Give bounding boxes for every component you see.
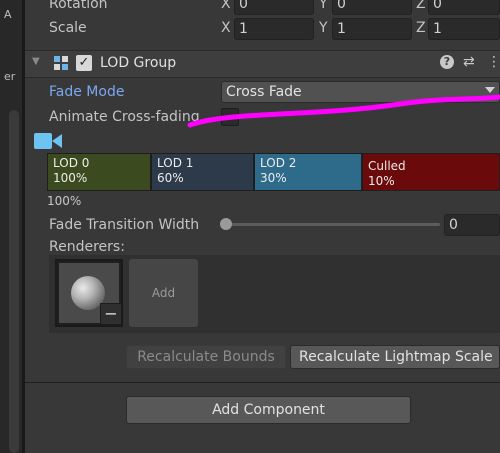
recalculate-lightmap-scale-button[interactable]: Recalculate Lightmap Scale: [290, 345, 500, 369]
lod-1-segment[interactable]: LOD 1 60%: [151, 153, 254, 191]
fade-transition-slider-track[interactable]: [226, 223, 440, 226]
renderers-label: Renderers:: [49, 239, 125, 255]
recalculate-bounds-button[interactable]: Recalculate Bounds: [126, 345, 286, 369]
annotation-stroke: [187, 94, 500, 128]
culled-segment[interactable]: Culled 10%: [362, 153, 500, 191]
lod-1-percent: 60%: [157, 171, 184, 185]
lod-0-name: LOD 0: [53, 156, 90, 170]
fade-transition-slider-knob[interactable]: [220, 218, 232, 230]
add-component-button[interactable]: Add Component: [126, 396, 411, 424]
remove-renderer-button[interactable]: −: [100, 303, 122, 325]
lod-2-segment[interactable]: LOD 2 30%: [254, 153, 362, 191]
lod-2-percent: 30%: [260, 171, 287, 185]
lod-2-name: LOD 2: [260, 156, 297, 170]
add-renderer-button[interactable]: Add: [129, 259, 198, 327]
culled-percent: 10%: [368, 174, 395, 188]
culled-name: Culled: [368, 159, 406, 173]
component-separator: [25, 382, 500, 383]
lod-1-name: LOD 1: [157, 156, 194, 170]
fade-transition-width-label: Fade Transition Width: [49, 217, 200, 233]
lod-0-segment[interactable]: LOD 0 100%: [47, 153, 151, 191]
camera-lens-icon: [52, 134, 62, 148]
lod-bar-caption: 100%: [47, 194, 82, 208]
fade-transition-width-field[interactable]: 0: [444, 214, 500, 236]
lod-0-percent: 100%: [53, 171, 88, 185]
camera-icon[interactable]: [34, 133, 52, 149]
